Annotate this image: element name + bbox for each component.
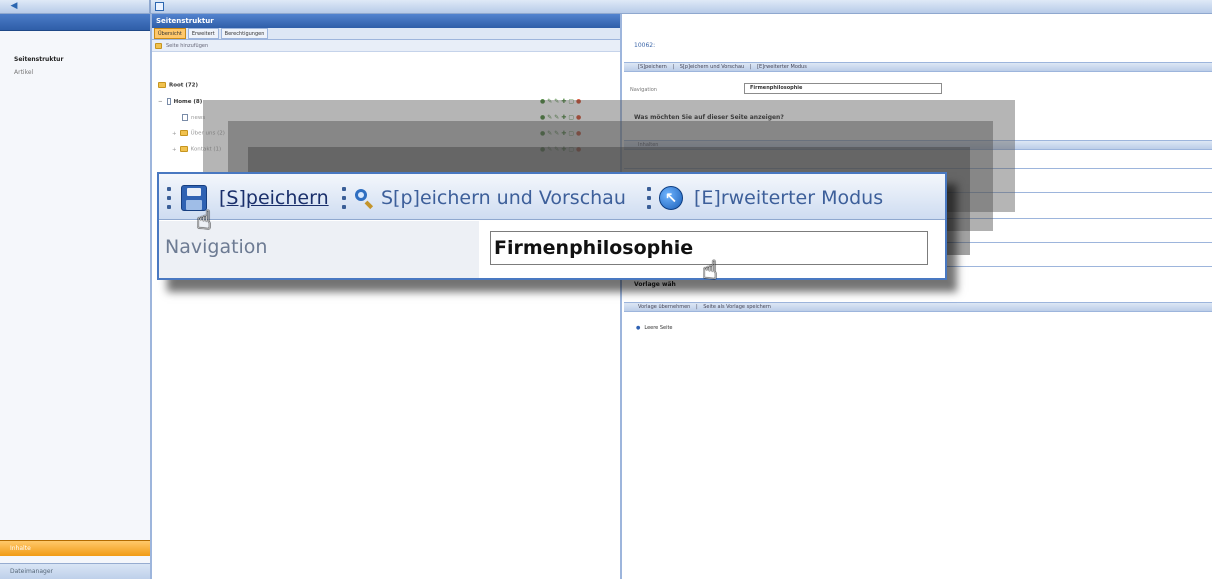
folder-icon	[158, 82, 166, 88]
magnifier-icon[interactable]	[355, 189, 374, 210]
sidebar-item-artikel[interactable]: Artikel	[14, 69, 33, 76]
tree-node-home[interactable]: − Home (8)	[158, 98, 202, 105]
zoom-callout: [S]peichern S[p]eichern und Vorschau ↖ […	[157, 172, 947, 280]
folder-icon	[179, 130, 188, 136]
page-icon	[166, 98, 171, 105]
template-choice-label: Vorlage wäh	[634, 281, 676, 288]
apply-template-button[interactable]: Vorlage übernehmen	[638, 304, 690, 310]
hand-cursor-icon: ☝	[702, 256, 718, 286]
zoom-save-button[interactable]: [S]peichern	[219, 186, 329, 210]
save-preview-button[interactable]: S[p]eichern und Vorschau	[680, 64, 744, 70]
zoom-extended-mode-button[interactable]: [E]rweiterter Modus	[694, 186, 883, 210]
page-editor: 10062: [S]peichern | S[p]eichern und Vor…	[624, 14, 1212, 579]
extended-mode-button[interactable]: [E]rweiterter Modus	[757, 64, 807, 70]
window-icon[interactable]	[155, 2, 164, 11]
toolbar-separator: |	[695, 304, 698, 310]
structure-panel-title: Seitenstruktur	[152, 14, 620, 28]
add-folder-icon	[155, 43, 162, 49]
top-bar-separator	[149, 0, 151, 14]
toolbar-separator: |	[749, 64, 752, 70]
structure-toolbar: Seite hinzufügen	[152, 40, 620, 52]
add-page-button[interactable]: Seite hinzufügen	[166, 43, 208, 49]
template-option[interactable]: ● Leere Seite	[636, 325, 673, 331]
expand-icon[interactable]: +	[172, 147, 177, 153]
top-bar: ◀	[0, 0, 1212, 14]
template-option-label: Leere Seite	[644, 325, 673, 331]
left-sidebar: Seitenstruktur Artikel Inhalte Dateimana…	[0, 14, 152, 579]
tab-erweitert[interactable]: Erweitert	[187, 28, 219, 39]
sidebar-tab-dateimanager[interactable]: Dateimanager	[0, 563, 150, 579]
toolbar-grip	[342, 187, 346, 209]
zoom-navigation-label: Navigation	[165, 236, 268, 258]
toolbar-grip	[647, 187, 651, 209]
zoom-save-preview-button[interactable]: S[p]eichern und Vorschau	[381, 186, 626, 210]
expand-icon[interactable]: +	[172, 131, 177, 137]
collapse-icon[interactable]: −	[158, 99, 163, 105]
page-id: 10062:	[634, 42, 656, 49]
zoom-toolbar: [S]peichern S[p]eichern und Vorschau ↖ […	[159, 174, 945, 220]
tree-node-label: Home (8)	[173, 99, 203, 105]
sidebar-tab-inhalte[interactable]: Inhalte	[0, 540, 150, 556]
save-button[interactable]: [S]peichern	[638, 64, 667, 70]
hand-cursor-icon: ☝	[196, 206, 212, 236]
template-toolbar: Vorlage übernehmen | Seite als Vorlage s…	[624, 302, 1212, 312]
tree-node-label: Root (72)	[169, 82, 199, 89]
folder-icon	[179, 146, 188, 152]
toolbar-grip	[167, 187, 171, 209]
bullet-icon: ●	[636, 325, 641, 331]
page-icon	[182, 114, 188, 121]
editor-toolbar: [S]peichern | S[p]eichern und Vorschau |…	[624, 62, 1212, 72]
back-arrow-icon[interactable]: ◀	[8, 1, 20, 12]
tab-uebersicht[interactable]: Übersicht	[154, 28, 186, 39]
navigation-label: Navigation	[630, 87, 657, 93]
structure-panel: Seitenstruktur Übersicht Erweitert Berec…	[152, 14, 622, 579]
structure-tabs: Übersicht Erweitert Berechtigungen	[152, 28, 620, 40]
tab-berechtigungen[interactable]: Berechtigungen	[220, 28, 269, 39]
extended-mode-icon[interactable]: ↖	[659, 186, 683, 210]
tree-node-news[interactable]: news	[182, 114, 205, 121]
save-as-template-button[interactable]: Seite als Vorlage speichern	[703, 304, 771, 310]
sidebar-item-seitenstruktur[interactable]: Seitenstruktur	[14, 56, 63, 63]
toolbar-separator: |	[672, 64, 675, 70]
navigation-input[interactable]: Firmenphilosophie	[744, 83, 942, 94]
tree-node-root[interactable]: Root (72)	[158, 82, 198, 89]
sidebar-header	[0, 14, 150, 31]
